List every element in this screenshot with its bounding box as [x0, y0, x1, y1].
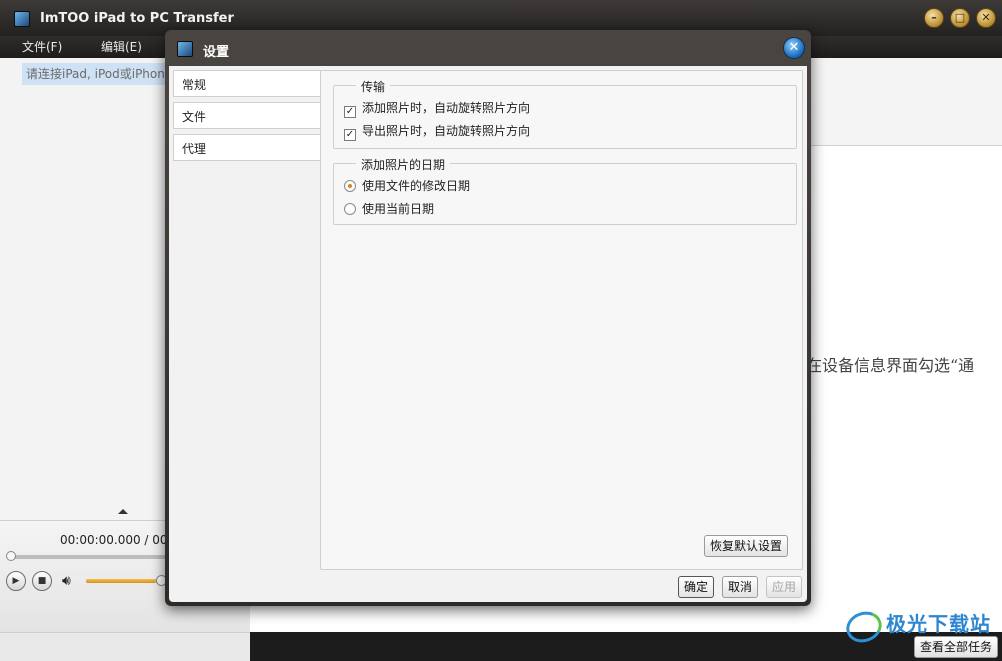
close-button[interactable]: ✕: [976, 8, 996, 28]
dialog-body: 常规 文件 代理 传输 ✓ 添加照片时，自动旋转照片方向 ✓ 导出照片时，自动旋转照…: [169, 66, 807, 602]
dialog-app-icon: [177, 41, 193, 57]
settings-dialog: 设置 ✕ 常规 文件 代理 传输 ✓ 添加照片时，自动旋转照片方向 ✓ 导出照片时，…: [165, 30, 811, 606]
transfer-group: 传输 ✓ 添加照片时，自动旋转照片方向 ✓ 导出照片时，自动旋转照片方向: [333, 78, 797, 149]
dialog-title: 设置: [203, 45, 230, 60]
ok-button[interactable]: 确定: [678, 576, 714, 598]
settings-nav: 常规 文件 代理: [173, 70, 321, 570]
close-icon: ✕: [788, 40, 800, 55]
photo-date-group-legend: 添加照片的日期: [356, 156, 451, 173]
use-current-date-option[interactable]: 使用当前日期: [344, 200, 434, 217]
auto-rotate-on-export-checkbox[interactable]: ✓: [344, 129, 356, 141]
dialog-close-button[interactable]: ✕: [783, 37, 805, 59]
nav-item-general[interactable]: 常规: [173, 70, 321, 97]
use-current-date-radio[interactable]: [344, 203, 356, 215]
cancel-button[interactable]: 取消: [722, 576, 758, 598]
use-modified-date-radio[interactable]: [344, 180, 356, 192]
connect-device-hint: 请连接iPad, iPod或iPhone: [22, 63, 172, 85]
use-modified-date-option[interactable]: 使用文件的修改日期: [344, 177, 470, 194]
view-all-tasks-button[interactable]: 查看全部任务: [914, 636, 998, 658]
nav-item-file[interactable]: 文件: [173, 102, 321, 129]
volume-level: [86, 579, 157, 583]
stop-button[interactable]: ■: [32, 571, 52, 591]
settings-panel: 传输 ✓ 添加照片时，自动旋转照片方向 ✓ 导出照片时，自动旋转照片方向 添加照片的…: [320, 70, 803, 570]
auto-rotate-on-add-checkbox[interactable]: ✓: [344, 106, 356, 118]
auto-rotate-on-export-label: 导出照片时，自动旋转照片方向: [362, 124, 531, 138]
collapse-up-icon[interactable]: [118, 509, 128, 514]
watermark-logo-icon: [841, 606, 887, 648]
minimize-button[interactable]: –: [924, 8, 944, 28]
nav-item-proxy[interactable]: 代理: [173, 134, 321, 161]
app-title: ImTOO iPad to PC Transfer: [40, 11, 234, 26]
watermark-text: 极光下载站: [886, 612, 991, 636]
restore-defaults-button[interactable]: 恢复默认设置: [704, 535, 788, 557]
menu-edit[interactable]: 编辑(E): [101, 38, 142, 55]
play-icon: ▶: [12, 576, 20, 586]
device-info-hint: 在设备信息界面勾选“通: [806, 356, 975, 375]
menu-file[interactable]: 文件(F): [22, 38, 62, 55]
apply-button[interactable]: 应用: [766, 576, 802, 598]
use-modified-date-label: 使用文件的修改日期: [362, 179, 471, 193]
volume-slider[interactable]: [86, 579, 164, 583]
use-current-date-label: 使用当前日期: [362, 202, 435, 216]
app-icon: [14, 11, 30, 27]
volume-icon[interactable]: 🔊︎: [62, 573, 71, 589]
photo-date-group: 添加照片的日期 使用文件的修改日期 使用当前日期: [333, 156, 797, 225]
seek-handle[interactable]: [6, 551, 16, 561]
stop-icon: ■: [37, 576, 47, 586]
maximize-button[interactable]: □: [950, 8, 970, 28]
auto-rotate-on-add-label: 添加照片时，自动旋转照片方向: [362, 101, 531, 115]
left-status-bar: [0, 632, 250, 661]
transfer-group-legend: 传输: [356, 78, 391, 95]
auto-rotate-on-add-option[interactable]: ✓ 添加照片时，自动旋转照片方向: [344, 99, 530, 118]
auto-rotate-on-export-option[interactable]: ✓ 导出照片时，自动旋转照片方向: [344, 122, 530, 141]
play-button[interactable]: ▶: [6, 571, 26, 591]
playback-time: 00:00:00.000 / 00:0: [60, 533, 180, 547]
